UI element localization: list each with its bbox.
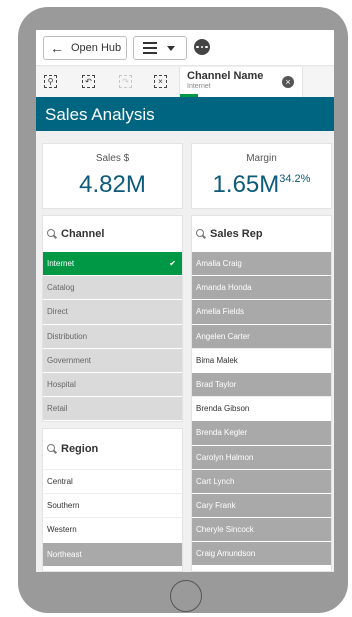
chevron-down-icon [167, 45, 175, 51]
search-icon [47, 444, 57, 454]
list-item[interactable]: Southern [43, 493, 182, 518]
pane-header[interactable]: Channel [43, 216, 182, 251]
list-item-label: Amalia Craig [196, 259, 242, 269]
pane-title: Region [61, 443, 99, 455]
list-item-label: Brenda Kegler [196, 428, 248, 438]
list-item[interactable]: Distribution [43, 323, 182, 348]
list-item-label: Amelia Fields [196, 307, 245, 317]
list-item-label: Brenda Gibson [196, 404, 250, 414]
kpi-margin[interactable]: Margin 1.65M34.2% [191, 143, 332, 209]
list-item[interactable]: Cary Frank [192, 492, 331, 518]
list-item-label: Angelen Carter [196, 331, 250, 341]
kpi-secondary-value: 34.2% [279, 173, 311, 185]
list-item[interactable]: Cart Lynch [192, 468, 331, 493]
selection-field: Channel Name [187, 70, 264, 82]
kpi-value: 1.65M [212, 171, 280, 198]
list-item-label: Cheryle Sincock [196, 525, 254, 535]
list-item[interactable]: Amalia Craig [192, 251, 331, 276]
kpi-label: Sales $ [95, 153, 130, 164]
more-options-icon[interactable] [194, 39, 210, 55]
list-item-label: Cary Frank [196, 500, 236, 510]
list-item-label: Carolyn Halmon [196, 452, 254, 462]
pane-header[interactable]: Sales Rep [192, 216, 331, 251]
smart-search-icon[interactable]: ⚲ [44, 75, 57, 88]
list-item[interactable]: Government [43, 347, 182, 372]
list-item[interactable]: Retail [43, 396, 182, 421]
list-item[interactable]: Northeast [43, 541, 182, 566]
list-item[interactable]: Angelen Carter [192, 323, 331, 348]
list-item-label: Hospital [47, 380, 76, 390]
list-item-label: Northeast [47, 549, 82, 559]
list-item[interactable]: Catalog [43, 275, 182, 300]
main-toolbar: ← Open Hub [36, 30, 334, 66]
pane-header[interactable]: Region [43, 429, 182, 469]
open-hub-label: Open Hub [71, 42, 122, 54]
list-item[interactable]: Amelia Fields [192, 299, 331, 324]
list-item[interactable]: Cheryle Sincock [192, 517, 331, 542]
selection-value: Internet [187, 83, 211, 90]
list-item-label: Retail [47, 404, 68, 414]
kpi-value: 4.82M [79, 171, 146, 198]
list-item-label: Direct [47, 307, 68, 317]
page-title: Sales Analysis [45, 105, 155, 124]
list-item-label: Government [47, 355, 92, 365]
list-item-label: Amanda Honda [196, 283, 252, 293]
menu-button[interactable] [133, 36, 187, 60]
hamburger-icon [143, 42, 157, 54]
checkmark-icon: ✔ [169, 259, 176, 269]
list-item-label: Distribution [47, 331, 88, 341]
list-item[interactable]: Carolyn Halmon [192, 444, 331, 469]
kpi-value-wrap: 1.65M34.2% [192, 171, 331, 199]
close-icon[interactable]: × [282, 76, 294, 88]
selection-chip[interactable]: Channel Name Internet × [179, 67, 303, 97]
list-item-label: Southern [47, 501, 80, 511]
region-filter-pane: Region Central Southern Western Northeas… [42, 428, 183, 572]
list-item[interactable]: Direct [43, 299, 182, 324]
list-item-label: Western [47, 525, 77, 535]
list-item[interactable]: Hospital [43, 371, 182, 397]
arrow-left-icon: ← [50, 40, 64, 56]
list-item[interactable]: Brenda Kegler [192, 420, 331, 445]
pane-title: Channel [61, 227, 105, 240]
list-item[interactable]: Central [43, 469, 182, 494]
step-forward-icon: ↷ [119, 75, 132, 88]
list-item[interactable]: Amanda Honda [192, 275, 331, 300]
list-item-label: Internet [47, 259, 75, 269]
app-screen: ← Open Hub ⚲ ↶ ↷ × Channel Name Internet… [36, 30, 334, 572]
selections-bar: ⚲ ↶ ↷ × Channel Name Internet × [36, 67, 334, 97]
kpi-label: Margin [246, 153, 277, 164]
sheet-title-bar: Sales Analysis [36, 97, 334, 131]
channel-filter-pane: Channel Internet ✔ Catalog Direct Distrib… [42, 215, 183, 422]
list-item[interactable]: Brad Taylor [192, 371, 331, 397]
list-item[interactable]: Craig Amundson [192, 541, 331, 566]
kpi-sales[interactable]: Sales $ 4.82M [42, 143, 183, 209]
list-item[interactable]: Brenda Gibson [192, 396, 331, 421]
list-item-label: Cart Lynch [196, 476, 235, 486]
list-item-label: Brad Taylor [196, 380, 237, 390]
clear-all-selections-icon[interactable]: × [154, 75, 167, 88]
list-item-label: Catalog [47, 283, 75, 293]
list-item[interactable]: Bima Malek [192, 347, 331, 372]
list-item-label: Central [47, 477, 73, 487]
open-hub-button[interactable]: ← Open Hub [43, 36, 127, 60]
step-back-icon[interactable]: ↶ [82, 75, 95, 88]
home-button[interactable] [170, 580, 202, 612]
list-item-label: Craig Amundson [196, 549, 256, 559]
list-item-label: Bima Malek [196, 355, 238, 365]
salesrep-filter-pane: Sales Rep Amalia Craig Amanda Honda Amel… [191, 215, 332, 572]
list-item[interactable]: Internet ✔ [43, 251, 182, 276]
pane-title: Sales Rep [210, 227, 263, 240]
search-icon [196, 228, 206, 239]
search-icon [47, 228, 57, 239]
list-item[interactable]: Western [43, 517, 182, 542]
